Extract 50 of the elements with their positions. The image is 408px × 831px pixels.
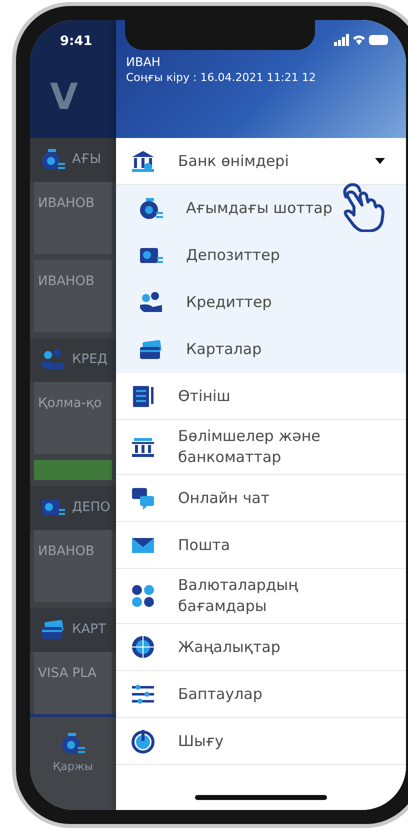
- menu-item[interactable]: Шығу: [116, 718, 406, 765]
- section-icon: [40, 147, 66, 173]
- card-text: VISA PLA: [38, 666, 97, 681]
- section-title: АҒЫ: [72, 151, 102, 170]
- menu-label: Валюталардың бағамдары: [178, 575, 300, 617]
- menu-label: Пошта: [178, 534, 232, 556]
- menu-icon: [130, 485, 156, 511]
- logo-text: V: [50, 80, 79, 116]
- menu-icon: [130, 634, 156, 660]
- menu-icon: [130, 583, 156, 609]
- card-text: Қолма-қо: [38, 396, 102, 411]
- menu-label: Шығу: [178, 730, 225, 752]
- action-button[interactable]: [34, 460, 112, 480]
- status-time: 9:41: [60, 33, 92, 51]
- menu-label: Өтініш: [178, 386, 232, 406]
- menu-item[interactable]: Банк өнімдері: [116, 138, 406, 185]
- menu-label: Жаңалықтар: [178, 636, 282, 658]
- submenu-item[interactable]: Ағымдағы шоттар: [116, 185, 406, 232]
- last-login-text: Соңғы кіру : 16.04.2021 11:21 12: [126, 70, 317, 85]
- section-title: КРЕД: [72, 351, 108, 370]
- submenu-icon: [138, 196, 164, 222]
- tab-icon: [60, 731, 86, 757]
- menu-item[interactable]: Пошта: [116, 522, 406, 569]
- menu-icon: [130, 383, 156, 409]
- menu-label: Бөлімшелер және банкоматтар: [178, 426, 322, 468]
- submenu-label: Кредиттер: [186, 292, 272, 314]
- submenu-item[interactable]: Кредиттер: [116, 279, 406, 326]
- menu-label: Онлайн чат: [178, 488, 271, 508]
- status-icons: [334, 34, 390, 46]
- submenu-item[interactable]: Депозиттер: [116, 232, 406, 279]
- menu-item[interactable]: Бөлімшелер және банкоматтар: [116, 420, 406, 475]
- section-title: КАРТ: [72, 621, 106, 640]
- menu-item[interactable]: Онлайн чат: [116, 475, 406, 522]
- submenu-item[interactable]: Карталар: [116, 326, 406, 373]
- menu-item[interactable]: Жаңалықтар: [116, 624, 406, 671]
- menu-icon: [130, 148, 156, 174]
- card-text: ИВАНОВ: [38, 274, 94, 289]
- section-title: ДЕПО: [72, 499, 110, 518]
- menu-icon: [130, 728, 156, 754]
- submenu-label: Карталар: [186, 339, 262, 360]
- user-name: ИВАН: [126, 54, 162, 70]
- menu-item[interactable]: Өтініш: [116, 373, 406, 420]
- card-text: ИВАНОВ: [38, 544, 94, 559]
- menu-item[interactable]: Баптаулар: [116, 671, 406, 718]
- menu-label: Банк өнімдері: [178, 150, 290, 172]
- submenu-label: Депозиттер: [186, 245, 280, 266]
- submenu-label: Ағымдағы шоттар: [186, 198, 332, 220]
- card-text: ИВАНОВ: [38, 196, 94, 211]
- menu-label: Баптаулар: [178, 684, 264, 704]
- menu-item[interactable]: Валюталардың бағамдары: [116, 569, 406, 624]
